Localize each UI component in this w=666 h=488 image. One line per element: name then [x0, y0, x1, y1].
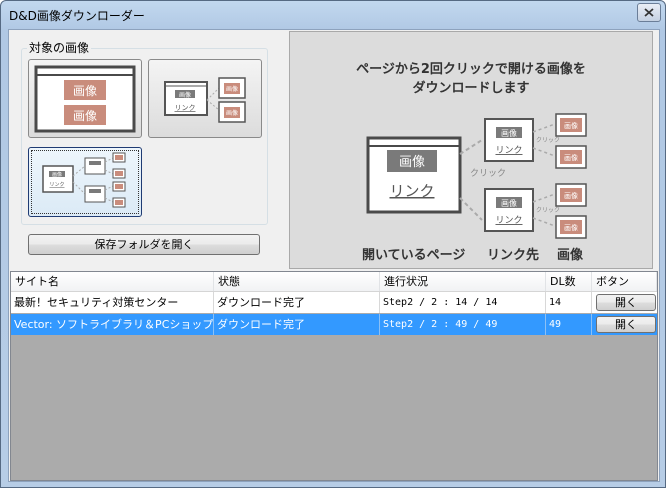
thumb2-image-label: 画像 — [179, 91, 191, 99]
row-open-button[interactable]: 開く — [596, 294, 656, 311]
close-icon — [644, 8, 654, 17]
row-status: ダウンロード完了 — [214, 314, 380, 335]
option-linked-images[interactable]: 画像 リンク 画像 画像 — [148, 59, 262, 138]
list-header: サイト名 状態 進行状況 DL数 ボタン — [11, 272, 657, 292]
preview-click-small-2: クリック — [536, 207, 560, 214]
page-images-thumbnail: 画像 画像 — [34, 65, 136, 133]
row-status: ダウンロード完了 — [214, 292, 380, 313]
download-list[interactable]: サイト名 状態 進行状況 DL数 ボタン 最新！セキュリティ対策センター ダウン… — [10, 271, 658, 481]
table-row[interactable]: Vector: ソフトライブラリ＆PCショップ - ... ダウンロード完了 S… — [11, 314, 657, 335]
thumb2-link-label: リンク — [175, 104, 196, 112]
row-open-button[interactable]: 開く — [596, 316, 656, 333]
close-button[interactable] — [637, 3, 661, 22]
preview-link2-link: リンク — [495, 215, 522, 226]
client-area: 対象の画像 画像 画像 画像 リンク 画像 画像 画像 リンク 保存フォルダを開… — [8, 29, 660, 482]
thumb1-image-label-a: 画像 — [73, 84, 97, 98]
focus-rectangle — [31, 150, 139, 214]
row-count: 49 — [546, 314, 592, 335]
row-site-name: Vector: ソフトライブラリ＆PCショップ - ... — [11, 314, 214, 335]
column-header-progress[interactable]: 進行状況 — [380, 272, 546, 291]
app-window: D&D画像ダウンローダー 対象の画像 画像 画像 画像 リンク 画像 画像 画像… — [0, 0, 666, 488]
preview-page-link-label: リンク — [389, 182, 434, 200]
column-header-count[interactable]: DL数 — [546, 272, 592, 291]
thumb2-target-image-b: 画像 — [226, 109, 238, 117]
preview-target-3: 画像 — [564, 191, 578, 200]
preview-target-1: 画像 — [564, 121, 578, 130]
preview-click-label: クリック — [470, 168, 506, 179]
preview-target-4: 画像 — [564, 223, 578, 232]
title-bar[interactable]: D&D画像ダウンローダー — [1, 1, 665, 29]
preview-link1-link: リンク — [495, 145, 522, 156]
preview-link1-image: 画像 — [501, 128, 517, 138]
thumb2-target-image-a: 画像 — [226, 85, 238, 93]
preview-target-2: 画像 — [564, 153, 578, 162]
option-two-step-images[interactable]: 画像 リンク — [28, 147, 142, 217]
target-images-label: 対象の画像 — [27, 39, 92, 56]
row-site-name: 最新！セキュリティ対策センター — [11, 292, 214, 313]
column-header-status[interactable]: 状態 — [214, 272, 380, 291]
preview-link2-image: 画像 — [501, 198, 517, 208]
open-save-folder-button[interactable]: 保存フォルダを開く — [28, 234, 260, 255]
caption-image: 画像 — [557, 248, 584, 263]
preview-diagram: 画像 リンク クリック 画像 リンク 画像 リンク クリック クリック 画像 画… — [366, 113, 587, 239]
table-row[interactable]: 最新！セキュリティ対策センター ダウンロード完了 Step2 / 2 : 14 … — [11, 292, 657, 313]
row-progress: Step2 / 2 : 49 / 49 — [380, 314, 546, 335]
thumb1-image-label-b: 画像 — [73, 109, 97, 123]
caption-link-target: リンク先 — [487, 248, 540, 263]
option-page-images[interactable]: 画像 画像 — [28, 59, 142, 138]
linked-images-thumbnail: 画像 リンク 画像 画像 — [164, 77, 246, 123]
preview-click-small-1: クリック — [536, 137, 560, 144]
caption-open-page: 開いているページ — [362, 248, 466, 263]
column-header-button[interactable]: ボタン — [592, 272, 657, 291]
preview-page-image-label: 画像 — [399, 155, 425, 170]
row-count: 14 — [546, 292, 592, 313]
window-title: D&D画像ダウンローダー — [9, 9, 145, 23]
column-header-site[interactable]: サイト名 — [11, 272, 214, 291]
preview-panel: ページから2回クリックで開ける画像を ダウンロードします 画像 リンク クリック… — [289, 31, 653, 269]
row-progress: Step2 / 2 : 14 / 14 — [380, 292, 546, 313]
